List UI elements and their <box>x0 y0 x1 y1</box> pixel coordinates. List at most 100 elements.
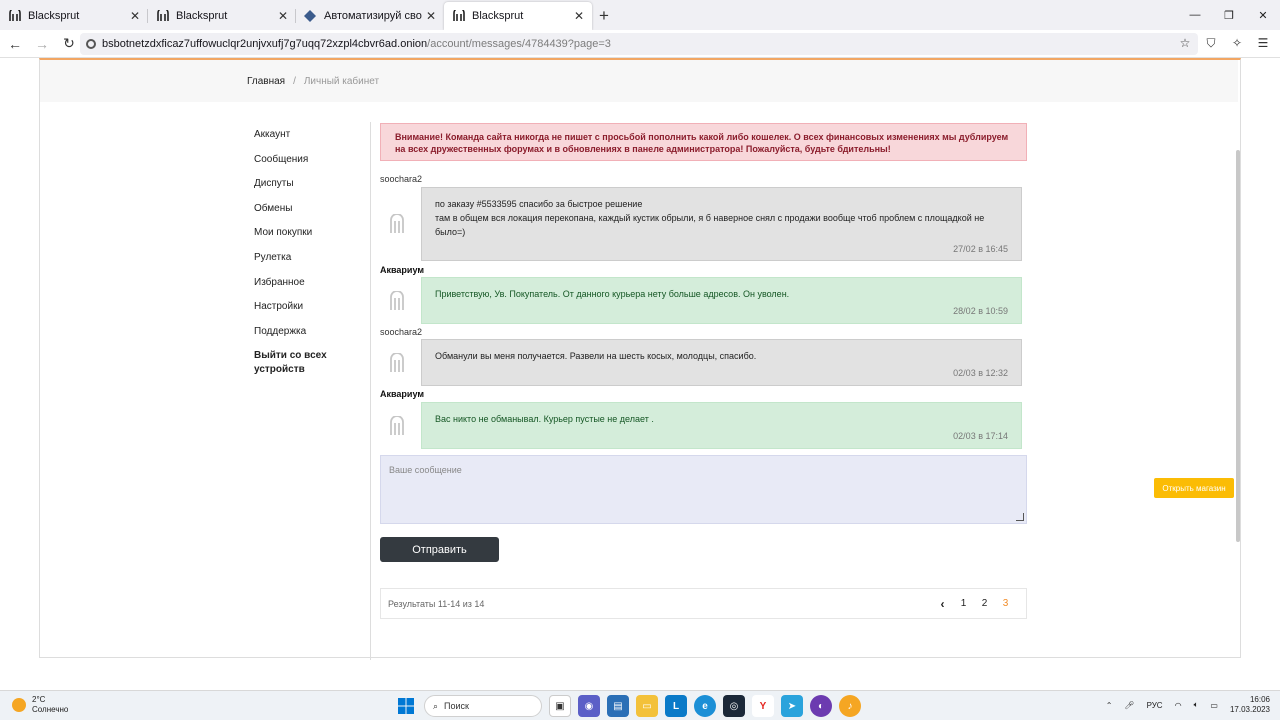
tab-close-icon[interactable]: ✕ <box>574 9 584 23</box>
sidebar-item-roulette[interactable]: Рулетка <box>254 251 366 276</box>
sidebar-divider <box>370 122 371 660</box>
sidebar-item-settings[interactable]: Настройки <box>254 300 366 325</box>
battery-icon[interactable]: ▭ <box>1210 701 1218 710</box>
file-explorer-icon[interactable]: ▭ <box>636 695 658 717</box>
steam-icon[interactable]: ◎ <box>723 695 745 717</box>
reload-icon[interactable]: ↻ <box>57 32 81 56</box>
message-bubble: по заказу #5533595 спасибо за быстрое ре… <box>421 187 1022 261</box>
blacksprut-logo-icon <box>156 10 170 22</box>
input-language[interactable]: РУС <box>1147 701 1163 710</box>
bookmark-star-icon[interactable]: ☆ <box>1176 34 1194 52</box>
shield-icon[interactable]: ⛉ <box>1202 34 1220 52</box>
store-icon[interactable]: ▤ <box>607 695 629 717</box>
browser-tab-2[interactable]: Blacksprut ✕ <box>148 2 296 30</box>
sidebar-item-exchanges[interactable]: Обмены <box>254 202 366 227</box>
message-line: по заказу #5533595 спасибо за быстрое ре… <box>435 199 643 209</box>
tab-close-icon[interactable]: ✕ <box>130 9 140 23</box>
teams-chat-icon[interactable]: ◉ <box>578 695 600 717</box>
send-button[interactable]: Отправить <box>380 537 499 562</box>
open-shop-button[interactable]: Открыть магазин <box>1154 478 1234 498</box>
pagination-bar: Результаты 11-14 из 14 ‹ 1 2 3 <box>380 588 1027 619</box>
logout-line-1: Выйти со всех <box>254 350 327 362</box>
tor-circuit-icon[interactable]: ✧ <box>1228 34 1246 52</box>
volume-icon[interactable]: 🔈︎ <box>1194 700 1199 710</box>
tab-close-icon[interactable]: ✕ <box>426 9 436 23</box>
edge-icon[interactable]: e <box>694 695 716 717</box>
app-l-icon[interactable]: L <box>665 695 687 717</box>
tray-chevron-up-icon[interactable]: ⌃ <box>1106 701 1113 710</box>
sidebar-item-account[interactable]: Аккаунт <box>254 128 366 153</box>
message-input[interactable]: Ваше сообщение <box>380 455 1027 524</box>
taskbar-apps: ⌕ Поиск ▣ ◉ ▤ ▭ L e ◎ Y ➤ ◐ ♪ <box>395 695 861 717</box>
system-tray: ⌃ 🎤︎ РУС ◠ 🔈︎ ▭ 16:06 17.03.2023 <box>1106 695 1270 715</box>
sidebar-item-favorites[interactable]: Избранное <box>254 276 366 301</box>
blacksprut-logo-icon <box>8 10 22 22</box>
browser-tab-4-active[interactable]: Blacksprut ✕ <box>444 2 592 30</box>
prev-page-chevron-icon[interactable]: ‹ <box>932 597 953 611</box>
forward-arrow-icon[interactable]: → <box>30 32 54 56</box>
web-page: Главная / Личный кабинет Аккаунт Сообщения… <box>0 58 1280 690</box>
breadcrumb-bar: Главная / Личный кабинет <box>40 60 1238 102</box>
avatar-logo-icon <box>388 415 406 436</box>
url-host: bsbotnetzdxficaz7uffowuclqr2unjvxufj7g7u… <box>102 38 428 50</box>
avatar-logo-icon <box>388 213 406 234</box>
browser-tab-3[interactable]: Автоматизируй свой бизнес с ✕ <box>296 2 444 30</box>
sidebar-item-support[interactable]: Поддержка <box>254 325 366 350</box>
page-link-1[interactable]: 1 <box>953 598 974 609</box>
microphone-icon[interactable]: 🎤︎ <box>1124 701 1134 710</box>
menu-icon[interactable]: ☰ <box>1254 34 1272 52</box>
url-bar[interactable]: bsbotnetzdxficaz7uffowuclqr2unjvxufj7g7u… <box>80 33 1198 55</box>
breadcrumb-current: Личный кабинет <box>303 76 380 87</box>
wifi-icon[interactable]: ◠ <box>1175 701 1182 710</box>
browser-tab-1[interactable]: Blacksprut ✕ <box>0 2 148 30</box>
resize-handle-icon[interactable] <box>1016 513 1024 521</box>
search-label: Поиск <box>444 701 469 711</box>
message-line: Вас никто не обманывал. Курьер пустые не… <box>435 414 654 424</box>
weather-widget[interactable]: 2°C Солнечно <box>12 695 68 715</box>
sidebar-item-messages[interactable]: Сообщения <box>254 153 366 178</box>
tor-browser-icon[interactable]: ◐ <box>810 695 832 717</box>
message-time: 02/03 в 12:32 <box>953 368 1008 378</box>
sidebar-item-purchases[interactable]: Мои покупки <box>254 226 366 251</box>
new-tab-button[interactable]: + <box>592 2 616 30</box>
tab-title: Blacksprut <box>28 10 80 22</box>
search-icon: ⌕ <box>433 700 439 711</box>
minimize-icon[interactable]: — <box>1178 0 1212 30</box>
back-arrow-icon[interactable]: ← <box>3 32 27 56</box>
music-app-icon[interactable]: ♪ <box>839 695 861 717</box>
browser-toolbar-right: ☆ ⛉ ✧ ☰ <box>1176 34 1272 52</box>
sun-icon <box>12 698 26 712</box>
sidebar-item-logout-all[interactable]: Выйти со всех устройств <box>254 349 366 375</box>
message-bubble: Приветствую, Ув. Покупатель. От данного … <box>421 277 1022 324</box>
content-frame: Главная / Личный кабинет Аккаунт Сообщения… <box>39 58 1241 660</box>
breadcrumb-home-link[interactable]: Главная <box>247 76 285 87</box>
taskbar-search[interactable]: ⌕ Поиск <box>424 695 542 717</box>
weather-status: Солнечно <box>32 705 69 714</box>
security-warning-alert: Внимание! Команда сайта никогда не пишет… <box>380 123 1027 161</box>
site-info-icon[interactable] <box>86 39 96 49</box>
message-line: там в общем вся локация перекопана, кажд… <box>435 213 985 237</box>
results-summary: Результаты 11-14 из 14 <box>388 598 485 609</box>
message-time: 02/03 в 17:14 <box>953 431 1008 441</box>
yandex-browser-icon[interactable]: Y <box>752 695 774 717</box>
restore-icon[interactable]: ❐ <box>1212 0 1246 30</box>
message-bubble: Обманули вы меня получается. Развели на … <box>421 339 1022 386</box>
breadcrumb: Главная / Личный кабинет <box>247 76 379 87</box>
task-view-icon[interactable]: ▣ <box>549 695 571 717</box>
page-link-3-current[interactable]: 3 <box>995 598 1016 609</box>
window-controls: — ❐ ✕ <box>1178 0 1280 30</box>
windows-start-icon[interactable] <box>395 695 417 717</box>
page-link-2[interactable]: 2 <box>974 598 995 609</box>
message-author: soochara2 <box>380 327 423 337</box>
avatar-logo-icon <box>388 290 406 311</box>
message-input-placeholder: Ваше сообщение <box>389 465 462 475</box>
telegram-icon[interactable]: ➤ <box>781 695 803 717</box>
weather-temp: 2°C <box>32 695 46 704</box>
clock[interactable]: 16:06 17.03.2023 <box>1230 695 1270 715</box>
tab-close-icon[interactable]: ✕ <box>278 9 288 23</box>
sidebar-item-disputes[interactable]: Диспуты <box>254 177 366 202</box>
page-scrollbar[interactable] <box>1236 150 1240 542</box>
breadcrumb-separator: / <box>293 76 296 87</box>
message-author: soochara2 <box>380 174 423 184</box>
close-window-icon[interactable]: ✕ <box>1246 0 1280 30</box>
